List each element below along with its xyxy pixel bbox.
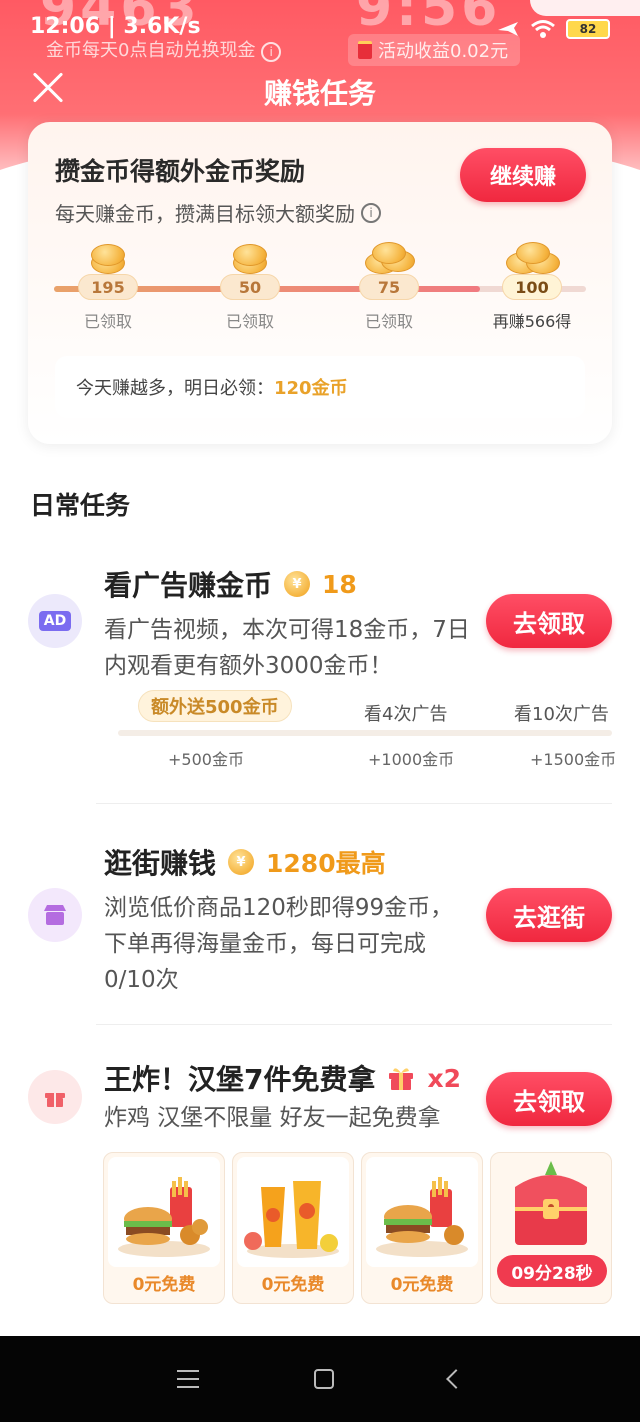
wifi-icon [531, 20, 555, 38]
ad-step-label: 看10次广告 [514, 704, 609, 725]
gift-box-icon [389, 1068, 414, 1090]
treasure-chest-card[interactable]: 09分28秒 [490, 1152, 612, 1304]
ad-step-value: +500金币 [168, 750, 244, 769]
daily-tasks-title: 日常任务 [30, 491, 131, 520]
ad-step-label: 看4次广告 [364, 704, 448, 725]
menu-icon[interactable] [177, 1370, 200, 1388]
task-title-burger: 王炸！汉堡7件免费拿 x2 [104, 1063, 462, 1096]
header-bg-clock: 9:56 [356, 0, 502, 38]
milestone-2: 50 已领取 [200, 240, 300, 332]
page-title: 赚钱任务 [263, 77, 376, 110]
task-title-ads: 看广告赚金币 ¥ 18 [104, 569, 357, 602]
battery-icon: 82 [566, 19, 610, 39]
task-desc-burger: 炸鸡 汉堡不限量 好友一起免费拿 [104, 1105, 441, 1131]
ad-step-value: +1500金币 [530, 750, 617, 769]
coin-icon: ¥ [228, 849, 255, 875]
claim-burger-button[interactable]: 去领取 [486, 1072, 612, 1126]
coin-stack-icon [80, 240, 136, 276]
product-card[interactable]: 0元免费 [361, 1152, 483, 1304]
header-subtitle: 金币每天0点自动兑换现金 i [46, 36, 282, 62]
burger-combo-image [366, 1157, 478, 1267]
back-icon[interactable] [445, 1369, 466, 1389]
task-desc-shop: 浏览低价商品120秒即得99金币，下单再得海量金币，每日可完成0/10次 [104, 895, 454, 993]
treasure-chest-icon [495, 1157, 607, 1267]
coin-stack-icon [504, 240, 560, 276]
burger-combo-image [108, 1157, 220, 1267]
coin-stack-icon [361, 240, 417, 276]
product-card[interactable]: 0元免费 [232, 1152, 354, 1304]
ad-progress-track [118, 730, 612, 736]
divider [96, 803, 612, 804]
gift-icon [28, 1070, 82, 1124]
bonus-title: 攒金币得额外金币奖励 [55, 157, 306, 186]
home-icon[interactable] [313, 1369, 334, 1389]
divider [96, 1024, 612, 1025]
task-desc-ads: 看广告视频，本次可得18金币，7日内观看更有额外3000金币！ [104, 617, 470, 679]
tomorrow-reward: 今天赚越多，明日必领： 120金币 [55, 356, 585, 418]
milestone-4: 100 再赚566得 [482, 240, 582, 332]
coin-stack-icon [222, 240, 278, 276]
system-nav-bar [0, 1336, 640, 1422]
countdown-timer: 09分28秒 [497, 1255, 607, 1287]
go-shopping-button[interactable]: 去逛街 [486, 888, 612, 942]
claim-ads-button[interactable]: 去领取 [486, 594, 612, 648]
ad-bonus-bubble: 额外送500金币 [138, 690, 292, 722]
top-chip[interactable] [530, 0, 640, 16]
bonus-card: 攒金币得额外金币奖励 每天赚金币，攒满目标领大额奖励 i 继续赚 195 已领取… [28, 122, 612, 444]
info-icon[interactable]: i [361, 202, 381, 223]
red-packet-icon [358, 41, 372, 59]
drink-combo-image [237, 1157, 349, 1267]
info-icon[interactable]: i [261, 42, 282, 62]
ad-step-value: +1000金币 [368, 750, 455, 769]
milestone-3: 75 已领取 [339, 240, 439, 332]
product-card[interactable]: 0元免费 [103, 1152, 225, 1304]
activity-earnings-chip[interactable]: 活动收益0.02元 [348, 34, 521, 66]
continue-earn-button[interactable]: 继续赚 [460, 148, 586, 202]
bonus-desc: 每天赚金币，攒满目标领大额奖励 i [55, 198, 381, 227]
coin-icon: ¥ [284, 571, 311, 597]
shop-icon [28, 888, 82, 942]
task-title-shop: 逛街赚钱 ¥ 1280最高 [104, 847, 386, 880]
ad-icon: AD [28, 594, 82, 648]
milestone-1: 195 已领取 [58, 240, 158, 332]
